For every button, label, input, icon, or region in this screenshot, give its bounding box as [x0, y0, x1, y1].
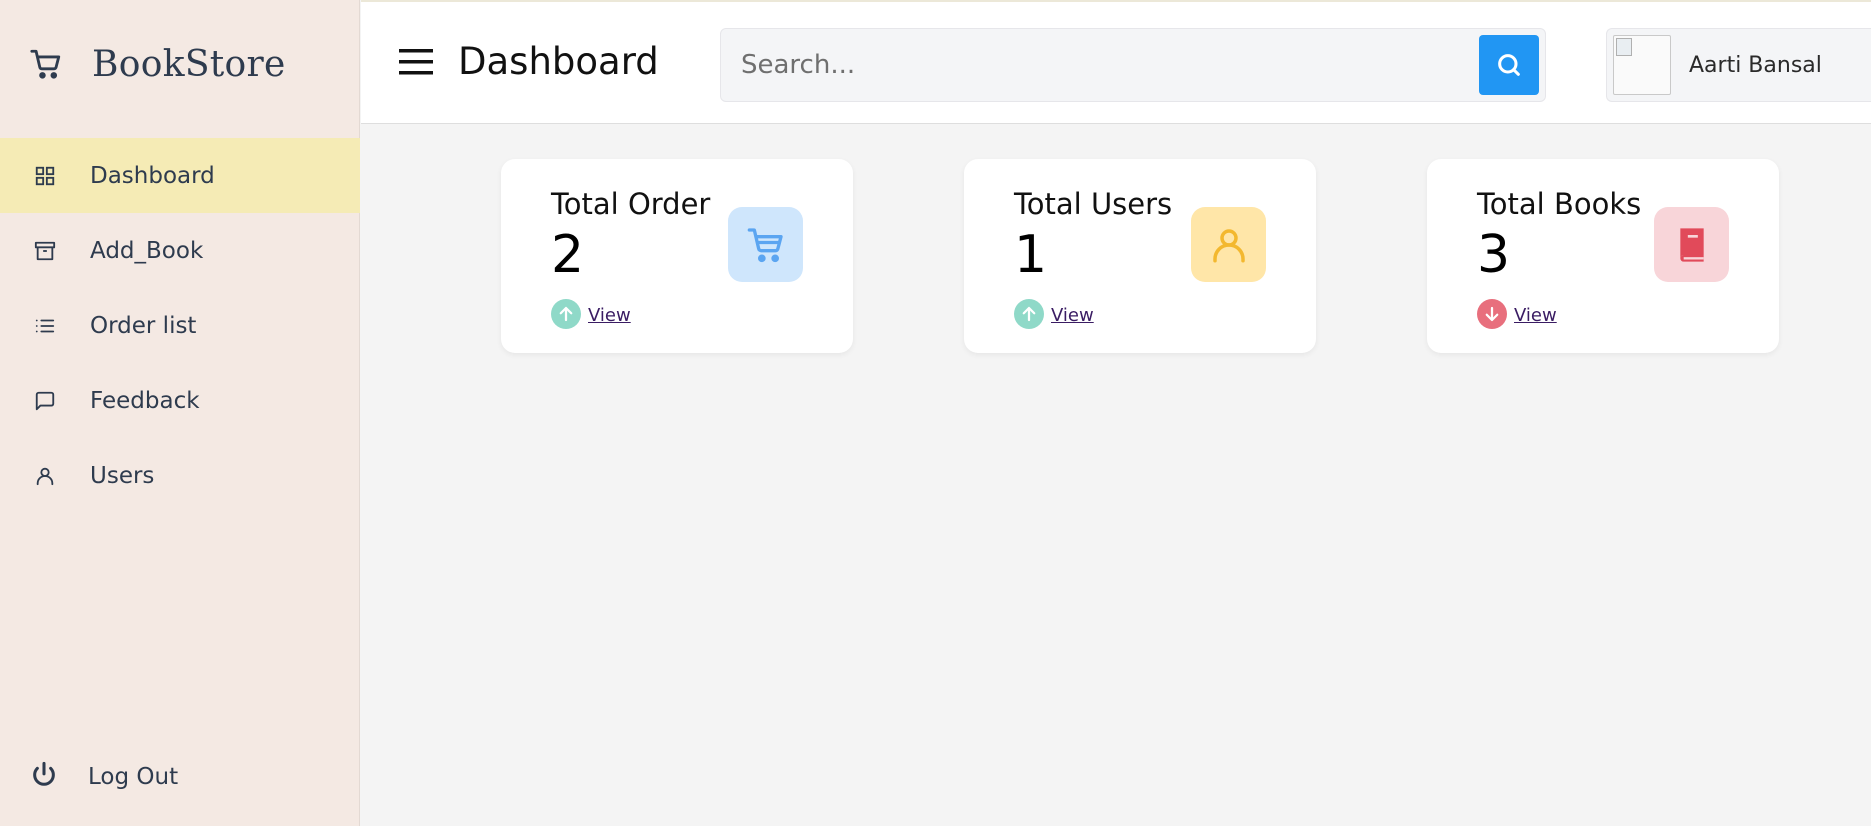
topbar: Dashboard Aarti Bansal: [361, 0, 1871, 124]
sidebar-item-dashboard[interactable]: Dashboard: [0, 138, 360, 213]
sidebar-item-label: Feedback: [90, 387, 200, 414]
page-title: Dashboard: [458, 40, 659, 83]
book-icon: [1679, 227, 1704, 262]
logout-button[interactable]: Log Out: [30, 757, 178, 797]
search-bar: [720, 28, 1546, 102]
card-value: 1: [1014, 225, 1048, 285]
stat-card-orders: Total Order 2 View: [501, 159, 853, 353]
view-link[interactable]: View: [1051, 305, 1094, 326]
user-icon: [1212, 228, 1245, 262]
sidebar-item-label: Add_Book: [90, 237, 204, 264]
sidebar-item-order-list[interactable]: Order list: [0, 288, 360, 363]
card-title: Total Users: [1014, 187, 1173, 221]
user-icon: [30, 461, 60, 491]
card-title: Total Order: [551, 187, 711, 221]
archive-icon: [30, 236, 60, 266]
brand[interactable]: BookStore: [26, 40, 286, 88]
stat-card-books: Total Books 3 View: [1427, 159, 1779, 353]
user-name: Aarti Bansal: [1689, 52, 1822, 78]
logout-label: Log Out: [88, 764, 179, 790]
search-input[interactable]: [741, 45, 1461, 85]
search-icon: [1498, 54, 1520, 76]
card-title: Total Books: [1477, 187, 1642, 221]
sidebar-item-users[interactable]: Users: [0, 438, 360, 513]
trend-up-icon: [1014, 299, 1044, 329]
card-icon-tile: [1654, 207, 1729, 282]
cart-icon: [747, 227, 783, 262]
view-link[interactable]: View: [588, 305, 631, 326]
grid-icon: [30, 161, 60, 191]
search-button[interactable]: [1479, 35, 1539, 95]
menu-toggle-button[interactable]: [397, 46, 437, 78]
stat-card-users: Total Users 1 View: [964, 159, 1316, 353]
sidebar-item-label: Users: [90, 462, 155, 489]
power-icon: [30, 761, 58, 793]
user-profile[interactable]: Aarti Bansal: [1606, 28, 1871, 102]
card-value: 3: [1477, 225, 1511, 285]
brand-name: BookStore: [92, 43, 286, 85]
avatar[interactable]: [1613, 35, 1671, 95]
view-link[interactable]: View: [1514, 305, 1557, 326]
sidebar-nav: Dashboard Add_Book Order list Feedback U…: [0, 138, 360, 513]
message-square-icon: [30, 386, 60, 416]
card-icon-tile: [728, 207, 803, 282]
trend-down-icon: [1477, 299, 1507, 329]
sidebar-item-label: Order list: [90, 312, 197, 339]
sidebar-item-feedback[interactable]: Feedback: [0, 363, 360, 438]
list-icon: [30, 311, 60, 341]
sidebar: BookStore Dashboard Add_Book Order list …: [0, 0, 360, 826]
hamburger-icon: [399, 49, 433, 75]
card-value: 2: [551, 225, 585, 285]
sidebar-item-label: Dashboard: [90, 162, 215, 189]
card-icon-tile: [1191, 207, 1266, 282]
sidebar-item-add-book[interactable]: Add_Book: [0, 213, 360, 288]
trend-up-icon: [551, 299, 581, 329]
cart-icon: [26, 44, 66, 84]
